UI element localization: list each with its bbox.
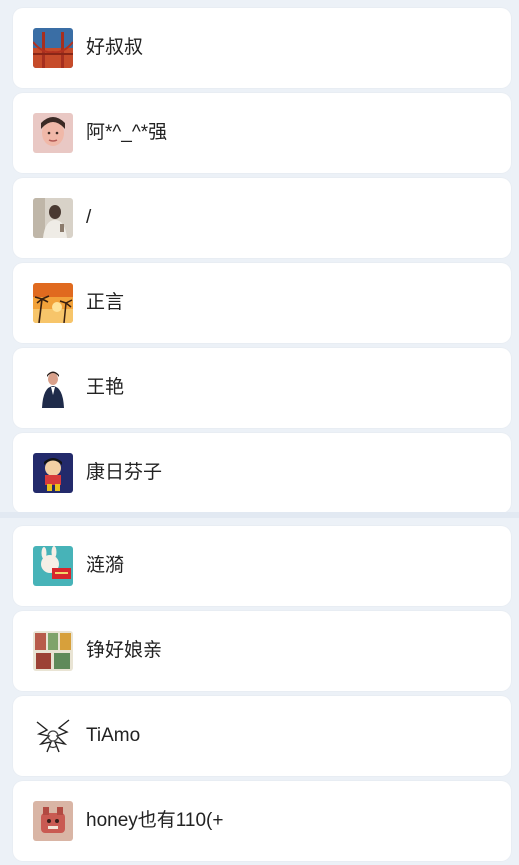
section-divider bbox=[0, 512, 519, 518]
contact-card-tiamo[interactable]: TiAmo bbox=[13, 696, 511, 776]
contact-name: 康日芬子 bbox=[86, 462, 163, 483]
manga-sketch-avatar bbox=[33, 716, 73, 756]
contact-list-page: 好叔叔 阿*^_^*强 / 正言 王艳 康日芬子 涟漪 铮好娘亲 TiAmo h… bbox=[0, 0, 519, 865]
contact-card-honey[interactable]: honey也有110(+ bbox=[13, 781, 511, 861]
contact-card-kangrifenzi[interactable]: 康日芬子 bbox=[13, 433, 511, 513]
toy-figure-avatar bbox=[33, 801, 73, 841]
contact-name: 涟漪 bbox=[86, 555, 125, 576]
contact-name: honey也有110(+ bbox=[86, 810, 224, 831]
contact-name: 好叔叔 bbox=[86, 37, 144, 58]
portrait-avatar bbox=[33, 113, 73, 153]
palm-sunset-avatar bbox=[33, 283, 73, 323]
contact-card-lianyi[interactable]: 涟漪 bbox=[13, 526, 511, 606]
business-person-avatar bbox=[33, 368, 73, 408]
contact-name: 铮好娘亲 bbox=[86, 640, 163, 661]
contact-card-haoshushu[interactable]: 好叔叔 bbox=[13, 8, 511, 88]
contact-card-zhenghaoniangqin[interactable]: 铮好娘亲 bbox=[13, 611, 511, 691]
contact-card-slash[interactable]: / bbox=[13, 178, 511, 258]
contact-name: / bbox=[86, 207, 92, 228]
contact-name: 阿*^_^*强 bbox=[86, 122, 168, 143]
comic-strip-avatar bbox=[33, 631, 73, 671]
golden-gate-bridge-avatar bbox=[33, 28, 73, 68]
contact-card-wangyan[interactable]: 王艳 bbox=[13, 348, 511, 428]
contact-name: 王艳 bbox=[86, 377, 125, 398]
contact-name: 正言 bbox=[86, 292, 125, 313]
cartoon-character-avatar bbox=[33, 453, 73, 493]
contact-card-aqiang[interactable]: 阿*^_^*强 bbox=[13, 93, 511, 173]
contact-card-zhengyan[interactable]: 正言 bbox=[13, 263, 511, 343]
person-photo-avatar bbox=[33, 198, 73, 238]
contact-name: TiAmo bbox=[86, 725, 141, 746]
rabbit-sign-avatar bbox=[33, 546, 73, 586]
